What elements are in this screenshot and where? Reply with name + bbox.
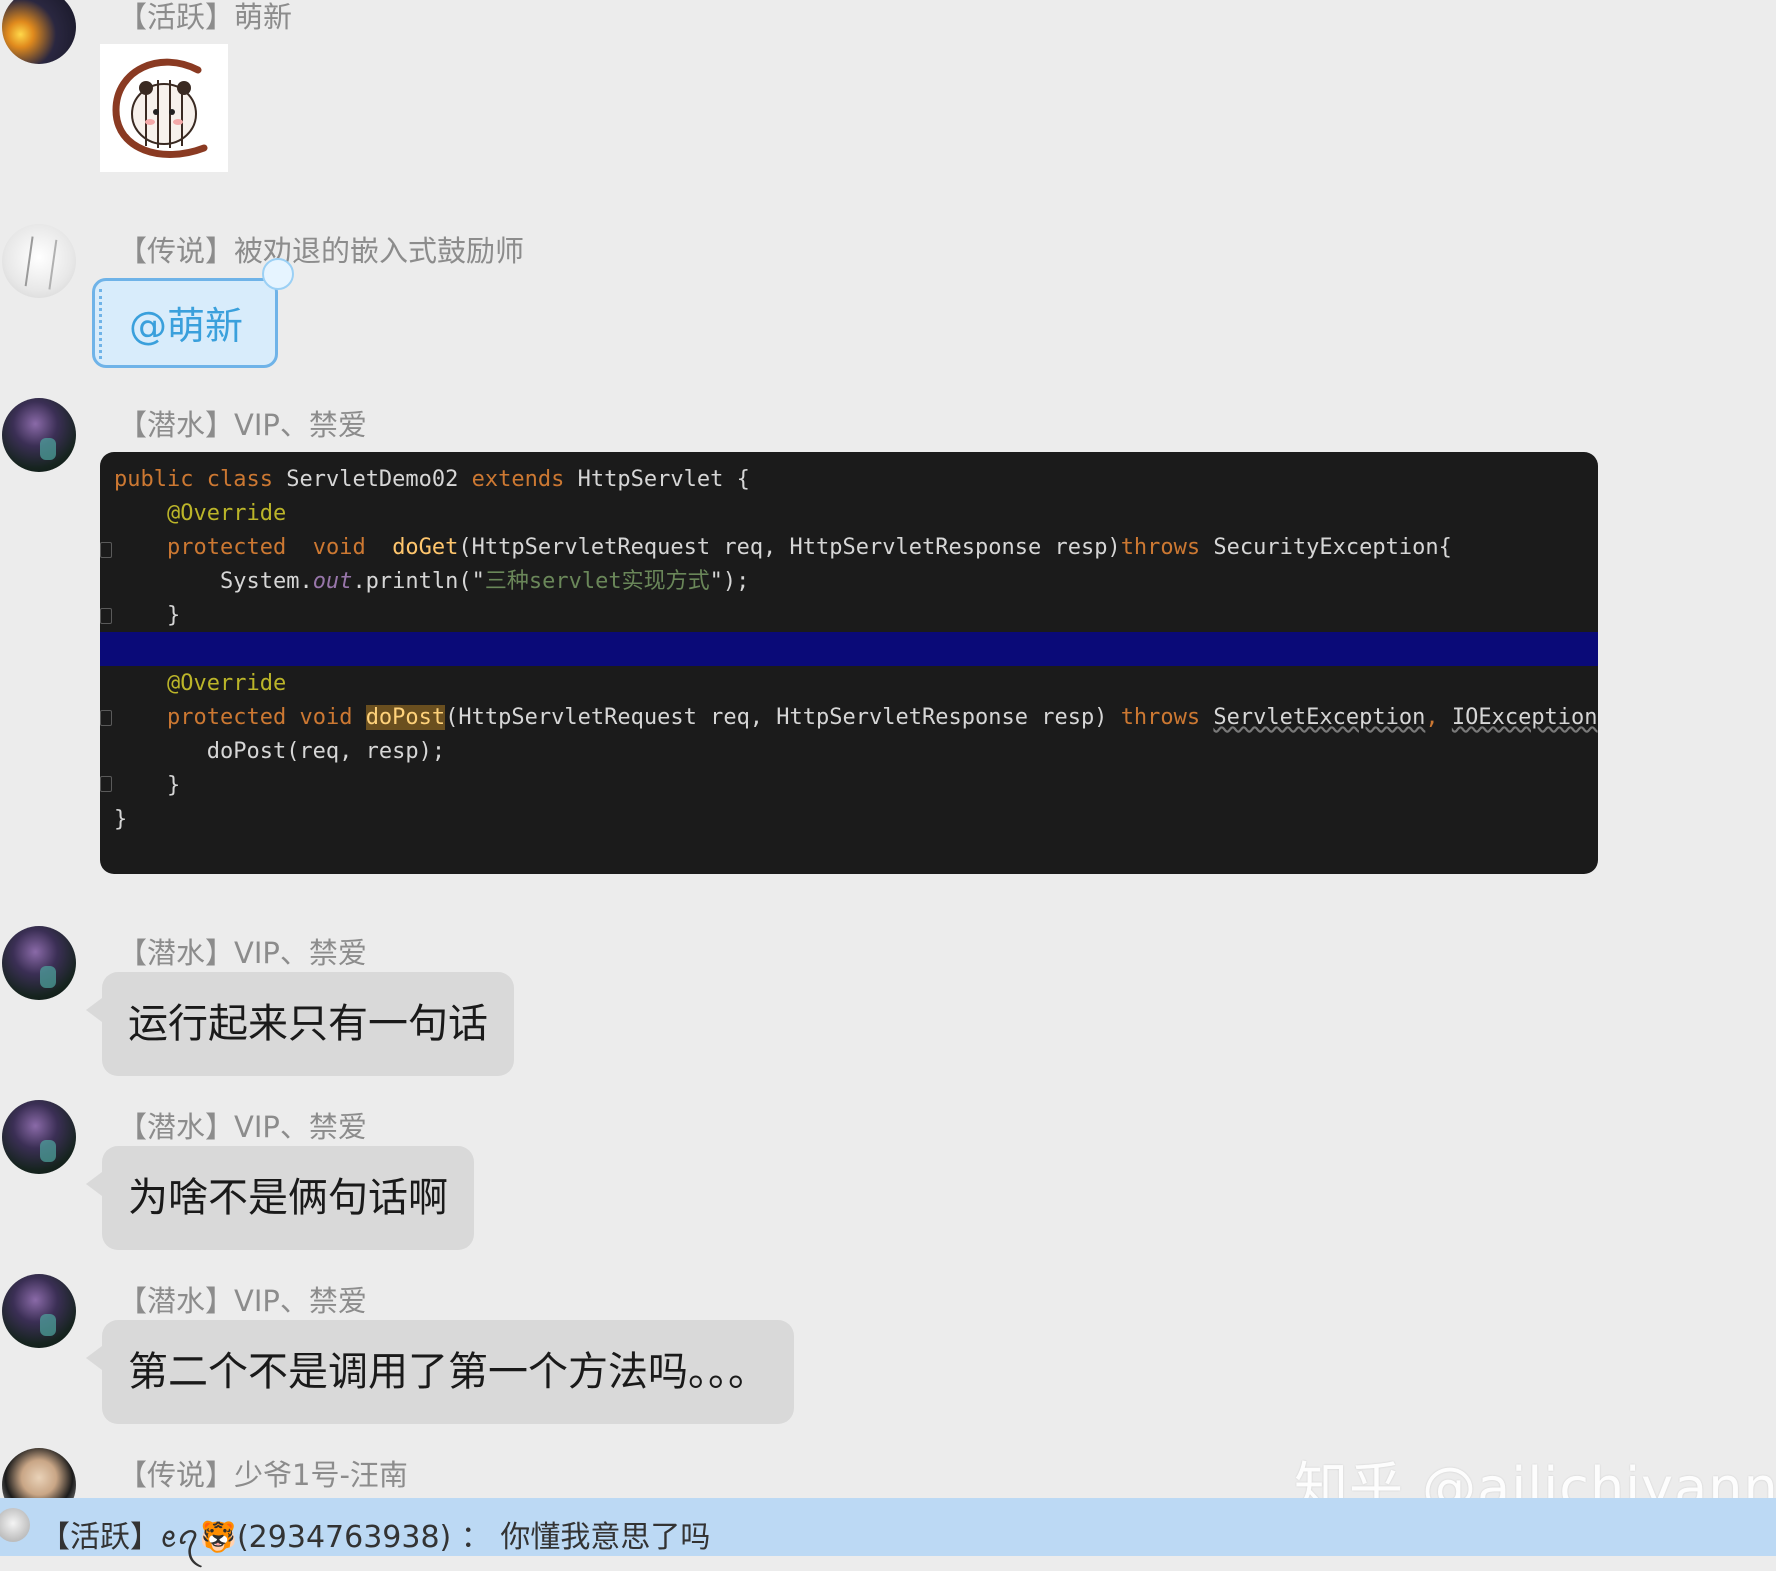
code-line-7: protected void doPost(HttpServletRequest… xyxy=(166,705,1598,730)
avatar[interactable] xyxy=(2,0,76,64)
message-bubble[interactable]: 运行起来只有一句话 xyxy=(86,972,514,1076)
message-bubble[interactable]: 为啥不是俩句话啊 xyxy=(86,1146,474,1250)
fold-marker-icon xyxy=(100,776,112,792)
message-bubble[interactable]: 第二个不是调用了第一个方法吗。。。 xyxy=(86,1320,794,1424)
notification-text: 【活跃】ꫀꪖ🐯(2934763938) ： 你懂我意思了吗 xyxy=(40,1520,711,1555)
avatar xyxy=(0,1508,30,1542)
highlighted-line xyxy=(100,632,1598,666)
avatar[interactable] xyxy=(2,224,76,298)
sender-name: 【潜水】VIP、禁爱 xyxy=(118,1284,367,1318)
mention-bubble[interactable]: @萌新 xyxy=(92,278,278,368)
code-line-2: @Override xyxy=(166,501,287,526)
avatar[interactable] xyxy=(2,1274,76,1348)
code-line-3: protected void doGet(HttpServletRequest … xyxy=(166,535,1452,560)
code-screenshot-image[interactable]: public class ServletDemo02 extends HttpS… xyxy=(100,452,1598,874)
sender-name: 【潜水】VIP、禁爱 xyxy=(118,408,367,442)
code-line-4: System.out.println("三种servlet实现方式"); xyxy=(219,569,750,594)
sender-name: 【传说】少爷1号-汪南 xyxy=(118,1458,408,1492)
fold-marker-icon xyxy=(100,608,112,624)
mention-text: @萌新 xyxy=(129,304,244,348)
code-line-9: } xyxy=(166,773,181,798)
sender-name: 【传说】被劝退的嵌入式鼓励师 xyxy=(118,234,525,268)
sender-name: 【潜水】VIP、禁爱 xyxy=(118,936,367,970)
code-line-5: } xyxy=(166,603,181,628)
new-message-notification-bar[interactable]: 【活跃】ꫀꪖ🐯(2934763938) ： 你懂我意思了吗 xyxy=(0,1498,1776,1556)
code-line-1: public class ServletDemo02 extends HttpS… xyxy=(114,467,750,492)
code-line-8: doPost(req, resp); xyxy=(206,739,446,764)
avatar[interactable] xyxy=(2,926,76,1000)
bubble-decoration-icon xyxy=(262,258,294,290)
panda-sticker-icon xyxy=(100,44,228,172)
fold-marker-icon xyxy=(100,710,112,726)
sender-name: 【潜水】VIP、禁爱 xyxy=(118,1110,367,1144)
fold-marker-icon xyxy=(100,542,112,558)
sticker-image[interactable] xyxy=(100,44,228,172)
code-line-10: } xyxy=(114,807,128,832)
avatar[interactable] xyxy=(2,398,76,472)
code-line-6: @Override xyxy=(166,671,287,696)
avatar[interactable] xyxy=(2,1100,76,1174)
sender-name: 【活跃】萌新 xyxy=(118,0,293,34)
